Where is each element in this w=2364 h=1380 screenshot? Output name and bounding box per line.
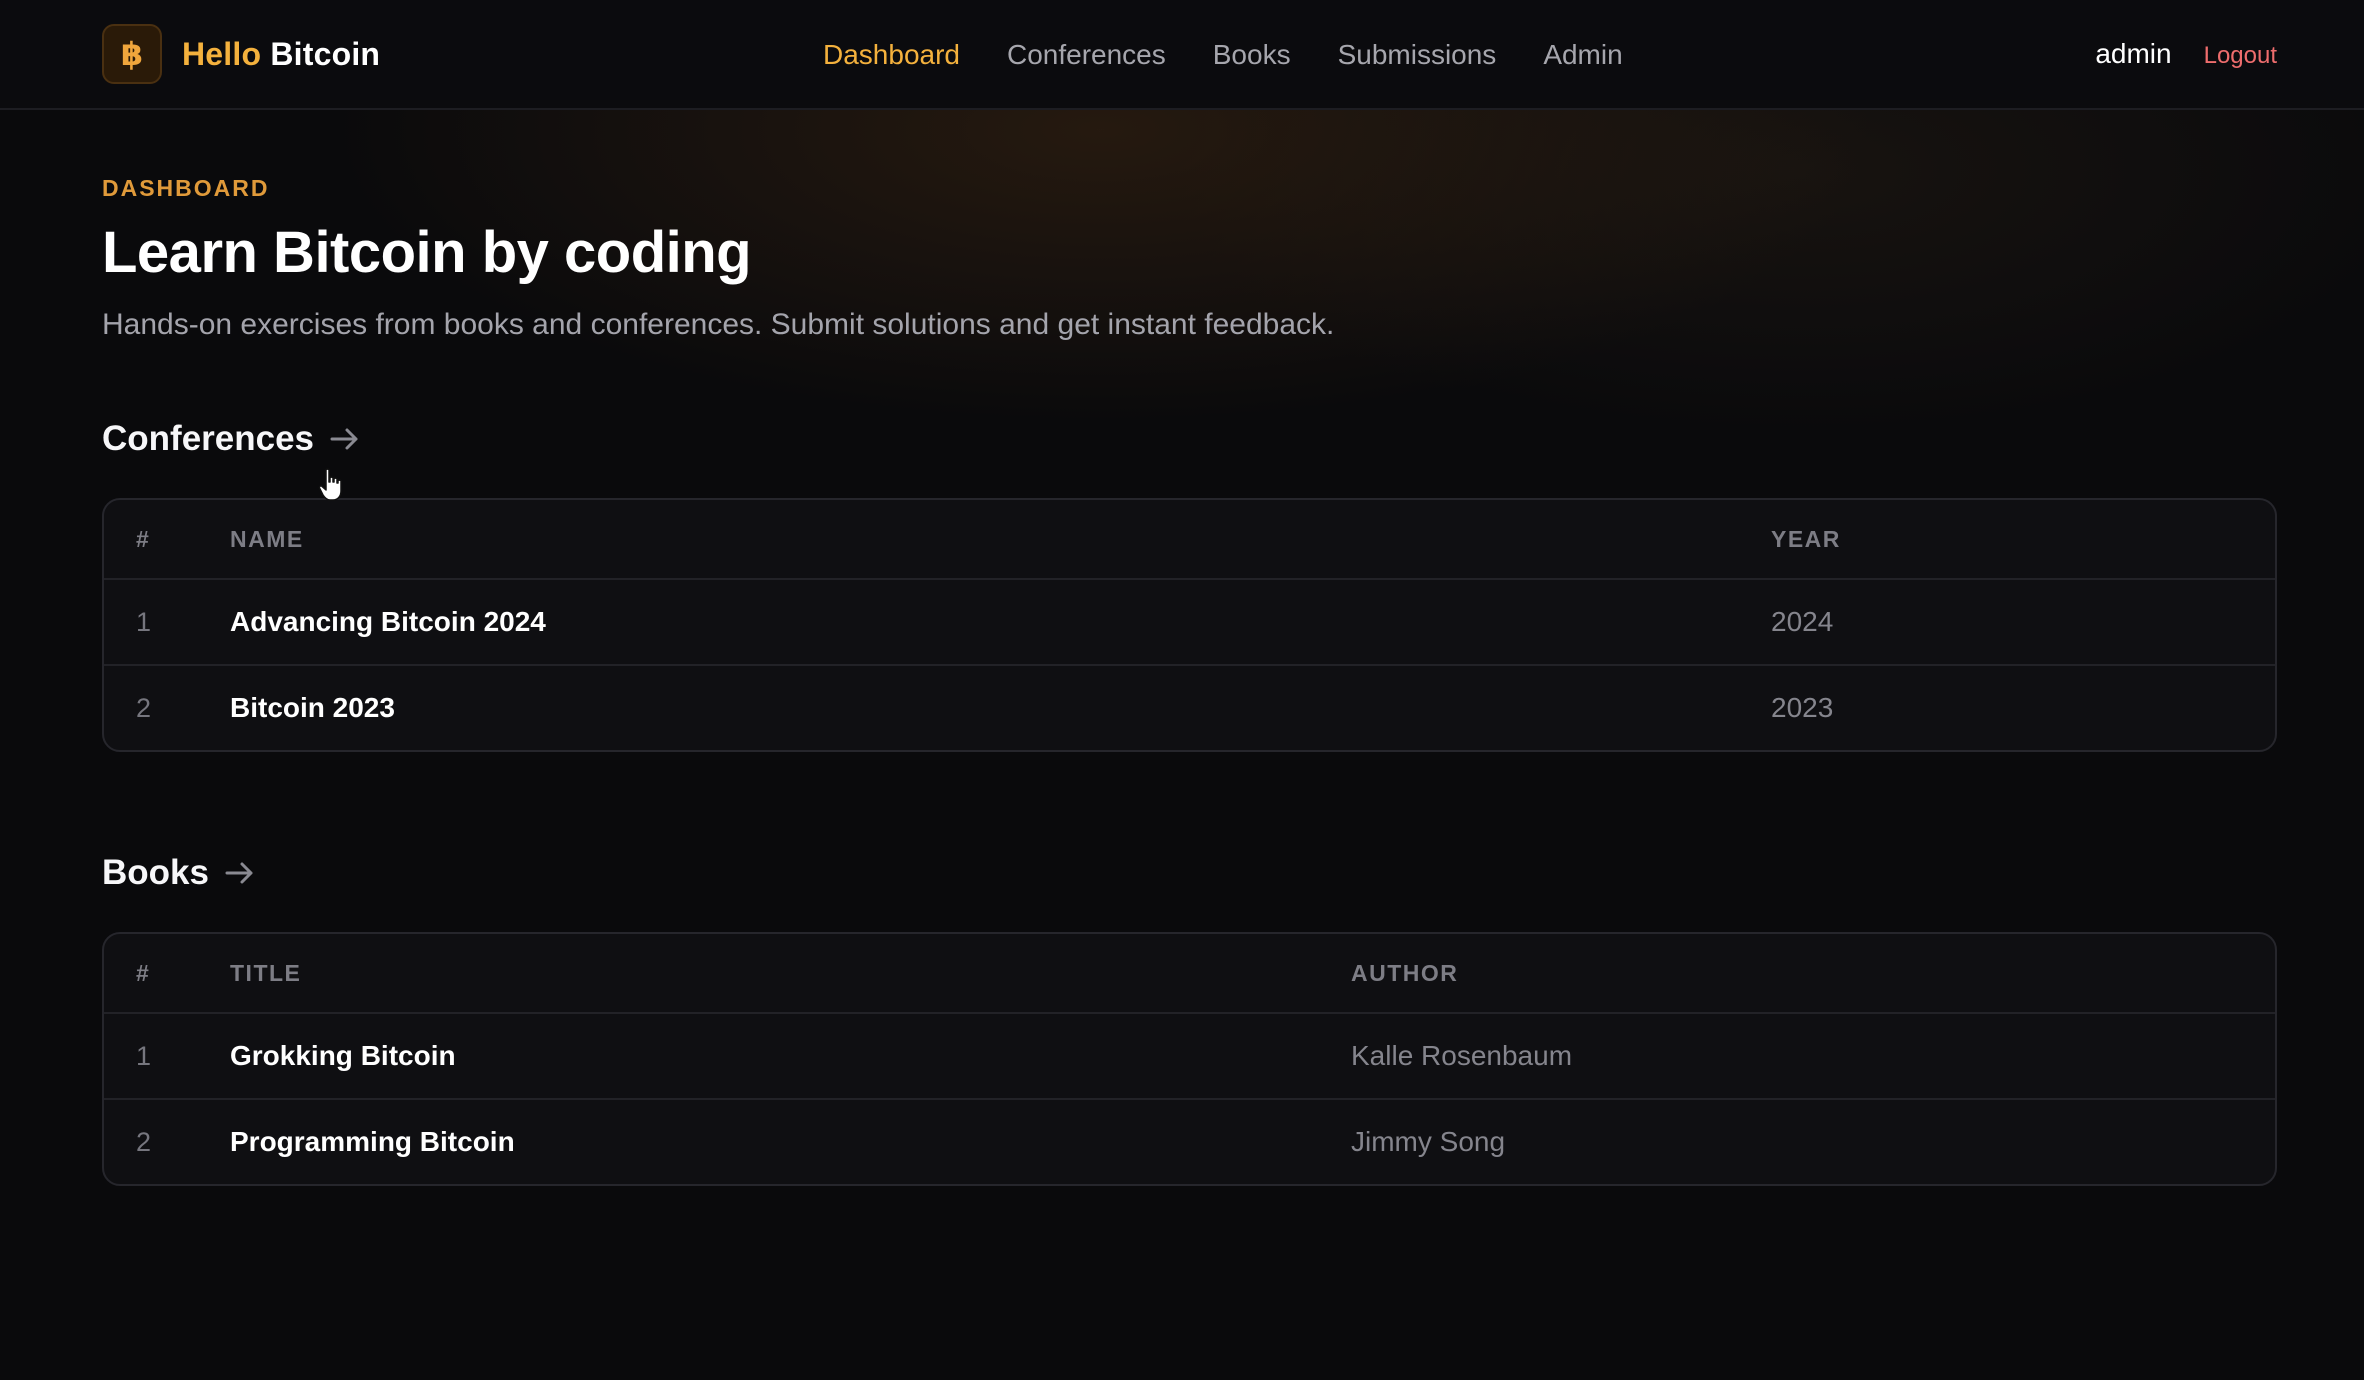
page-eyebrow: DASHBOARD bbox=[102, 175, 270, 201]
nav-dashboard[interactable]: Dashboard bbox=[823, 36, 960, 74]
nav-submissions[interactable]: Submissions bbox=[1338, 36, 1497, 74]
hand-pointer-cursor-icon bbox=[318, 468, 342, 501]
books-table: # TITLE AUTHOR 1 Grokking Bitcoin Kalle … bbox=[102, 932, 2277, 1186]
column-header-year: YEAR bbox=[1771, 525, 1841, 552]
brand-title: Hello Bitcoin bbox=[182, 36, 380, 73]
row-number: 1 bbox=[136, 606, 152, 637]
table-row[interactable]: 1 Grokking Bitcoin Kalle Rosenbaum bbox=[104, 1012, 2275, 1098]
bitcoin-logo-icon: ฿ bbox=[102, 24, 162, 84]
table-header-row: # NAME YEAR bbox=[104, 500, 2275, 578]
column-header-number: # bbox=[136, 959, 151, 986]
nav-conferences[interactable]: Conferences bbox=[1007, 36, 1166, 74]
table-row[interactable]: 2 Programming Bitcoin Jimmy Song bbox=[104, 1098, 2275, 1184]
table-header-row: # TITLE AUTHOR bbox=[104, 934, 2275, 1012]
row-number: 2 bbox=[136, 692, 152, 723]
brand-name-text: Bitcoin bbox=[270, 35, 381, 72]
nav-admin[interactable]: Admin bbox=[1543, 36, 1622, 74]
column-header-number: # bbox=[136, 525, 151, 552]
page-subtitle: Hands-on exercises from books and confer… bbox=[102, 308, 1335, 341]
books-heading: Books bbox=[102, 853, 209, 892]
book-author: Jimmy Song bbox=[1351, 1126, 1506, 1157]
conference-year: 2023 bbox=[1771, 692, 1834, 723]
page-title: Learn Bitcoin by coding bbox=[102, 220, 752, 285]
main-nav: Dashboard Conferences Books Submissions … bbox=[823, 36, 1670, 74]
conferences-table: # NAME YEAR 1 Advancing Bitcoin 2024 202… bbox=[102, 498, 2277, 752]
books-section-link[interactable]: Books bbox=[102, 848, 2277, 898]
logout-link[interactable]: Logout bbox=[2204, 42, 2277, 70]
table-row[interactable]: 2 Bitcoin 2023 2023 bbox=[104, 664, 2275, 750]
book-author: Kalle Rosenbaum bbox=[1351, 1040, 1573, 1071]
username: admin bbox=[2095, 38, 2172, 69]
user-area: admin Logout bbox=[2095, 38, 2277, 70]
top-navbar: ฿ Hello Bitcoin Dashboard Conferences Bo… bbox=[0, 0, 2364, 110]
brand-home-link[interactable]: ฿ Hello Bitcoin bbox=[102, 24, 380, 84]
conference-name[interactable]: Advancing Bitcoin 2024 bbox=[230, 580, 546, 664]
row-number: 1 bbox=[136, 1040, 152, 1071]
book-title[interactable]: Programming Bitcoin bbox=[230, 1100, 515, 1184]
column-header-author: AUTHOR bbox=[1351, 959, 1459, 986]
dashboard-main: DASHBOARD Learn Bitcoin by coding Hands-… bbox=[102, 172, 2277, 1186]
book-title[interactable]: Grokking Bitcoin bbox=[230, 1014, 456, 1098]
arrow-right-icon bbox=[225, 862, 253, 884]
conferences-heading: Conferences bbox=[102, 419, 315, 458]
brand-hello-text: Hello bbox=[182, 35, 262, 72]
row-number: 2 bbox=[136, 1126, 152, 1157]
conference-name[interactable]: Bitcoin 2023 bbox=[230, 666, 395, 750]
conference-year: 2024 bbox=[1771, 606, 1834, 637]
column-header-name: NAME bbox=[230, 525, 304, 552]
arrow-right-icon bbox=[330, 428, 358, 450]
nav-books[interactable]: Books bbox=[1213, 36, 1291, 74]
column-header-title: TITLE bbox=[230, 959, 302, 986]
conferences-section-link[interactable]: Conferences bbox=[102, 414, 2277, 464]
table-row[interactable]: 1 Advancing Bitcoin 2024 2024 bbox=[104, 578, 2275, 664]
